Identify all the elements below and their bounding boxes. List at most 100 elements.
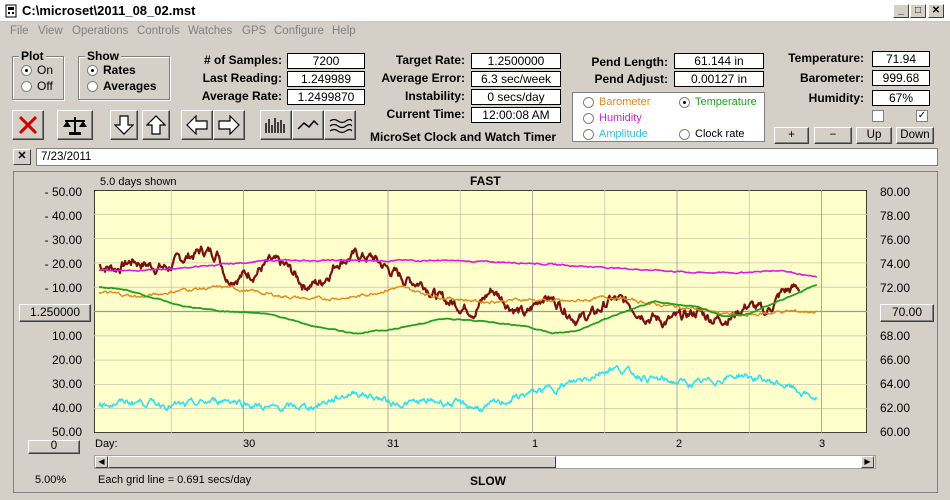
x-axis-label: Day:: [95, 438, 118, 450]
y-right-tick: 80.00: [880, 185, 911, 199]
show-group-title: Show: [85, 49, 121, 63]
left-arrow-button[interactable]: [181, 110, 213, 140]
humidity-radio[interactable]: [583, 113, 594, 124]
barometer-label: Barometer:: [799, 71, 864, 85]
maximize-button[interactable]: □: [910, 4, 926, 18]
menu-operations[interactable]: Operations: [72, 25, 128, 37]
line-graph-button[interactable]: [292, 110, 324, 140]
plus-button[interactable]: +: [774, 127, 809, 144]
menu-watches[interactable]: Watches: [188, 25, 232, 37]
balance-button[interactable]: [57, 110, 93, 140]
center-temp-button[interactable]: 70.00: [880, 304, 934, 322]
y-right-tick: 62.00: [880, 401, 911, 415]
plot-on-label[interactable]: On: [37, 63, 53, 77]
y-left-tick: - 50.00: [44, 185, 82, 199]
days-shown-text: 5.0 days shown: [100, 176, 177, 188]
up-arrow-button[interactable]: [142, 110, 170, 140]
line-graph-icon: [297, 119, 319, 130]
humidity-value: 67%: [872, 90, 930, 106]
arrow-up-icon: [146, 115, 166, 135]
y-left-tick: 40.00: [51, 401, 82, 415]
arrow-down-icon: [114, 115, 134, 135]
plot-group: Plot On Off: [12, 49, 64, 100]
down-button[interactable]: Down: [896, 127, 934, 144]
pend-length-value[interactable]: 61.144 in: [674, 53, 764, 69]
last-reading-value: 1.249989: [287, 71, 365, 87]
clock-rate-radio[interactable]: [679, 129, 690, 140]
samples-value: 7200: [287, 53, 365, 69]
temperature-option[interactable]: Temperature: [695, 96, 757, 108]
unchecked-box[interactable]: [872, 110, 884, 122]
plot-off-label[interactable]: Off: [37, 79, 53, 93]
up-button[interactable]: Up: [856, 127, 892, 144]
samples-label: # of Samples:: [203, 53, 282, 67]
temperature-label: Temperature:: [788, 51, 864, 65]
scroll-right-arrow[interactable]: ▶: [861, 456, 874, 468]
amplitude-option[interactable]: Amplitude: [599, 128, 648, 140]
y-left-tick: 30.00: [51, 377, 82, 391]
barometer-radio[interactable]: [583, 97, 594, 108]
scroll-value-box[interactable]: 0: [28, 440, 80, 454]
menu-help[interactable]: Help: [332, 25, 356, 37]
plot-on-radio[interactable]: [21, 65, 32, 76]
minimize-button[interactable]: _: [893, 4, 909, 18]
scroll-thumb[interactable]: [108, 456, 556, 468]
y-right-tick: 68.00: [880, 329, 911, 343]
average-rate-value: 1.2499870: [287, 89, 365, 105]
menu-bar: File View Operations Controls Watches GP…: [0, 22, 950, 42]
bar-graph-button[interactable]: [260, 110, 292, 140]
date-field[interactable]: 7/23/2011: [36, 148, 938, 166]
horizontal-scrollbar[interactable]: ◀ ▶: [94, 455, 876, 469]
down-arrow-button[interactable]: [110, 110, 138, 140]
y-right-tick: 74.00: [880, 257, 911, 271]
close-button[interactable]: ✕: [928, 4, 944, 18]
menu-configure[interactable]: Configure: [274, 25, 324, 37]
menu-view[interactable]: View: [38, 25, 63, 37]
y-left-tick: - 30.00: [44, 233, 82, 247]
delete-button[interactable]: [12, 110, 44, 140]
show-averages-label[interactable]: Averages: [103, 79, 157, 93]
menu-gps[interactable]: GPS: [242, 25, 266, 37]
pend-adjust-value[interactable]: 0.00127 in: [674, 71, 764, 87]
instability-label: Instability:: [404, 89, 465, 103]
y-right-tick: 76.00: [880, 233, 911, 247]
show-averages-radio[interactable]: [87, 81, 98, 92]
minus-button[interactable]: −: [814, 127, 852, 144]
show-group: Show Rates Averages: [78, 49, 170, 100]
clock-rate-option[interactable]: Clock rate: [695, 128, 745, 140]
humidity-option[interactable]: Humidity: [599, 112, 642, 124]
clear-date-button[interactable]: ✕: [13, 149, 31, 165]
bar-graph-icon: [265, 118, 285, 133]
scroll-track: [556, 456, 861, 468]
show-rates-label[interactable]: Rates: [103, 63, 136, 77]
amplitude-radio[interactable]: [583, 129, 594, 140]
pend-adjust-label: Pend Adjust:: [594, 72, 668, 86]
last-reading-label: Last Reading:: [202, 71, 282, 85]
plot-off-radio[interactable]: [21, 81, 32, 92]
center-rate-button[interactable]: 1.250000: [19, 304, 91, 322]
scroll-left-arrow[interactable]: ◀: [95, 456, 108, 468]
average-rate-label: Average Rate:: [201, 89, 282, 103]
x-tick-label: 1: [532, 438, 539, 450]
menu-file[interactable]: File: [10, 25, 29, 37]
target-rate-value[interactable]: 1.2500000: [471, 53, 561, 69]
barometer-value: 999.68: [872, 70, 930, 86]
checked-box[interactable]: ✓: [916, 110, 928, 122]
arrow-left-icon: [186, 115, 208, 135]
right-arrow-button[interactable]: [213, 110, 245, 140]
show-rates-radio[interactable]: [87, 65, 98, 76]
x-tick-label: 2: [676, 438, 683, 450]
y-right-tick: 72.00: [880, 281, 911, 295]
instability-value: 0 secs/day: [471, 89, 561, 105]
x-tick-label: 3: [819, 438, 826, 450]
red-x-icon: [18, 115, 38, 135]
waves-button[interactable]: [324, 110, 356, 140]
temperature-radio[interactable]: [679, 97, 690, 108]
barometer-option[interactable]: Barometer: [599, 96, 650, 108]
target-rate-label: Target Rate:: [395, 53, 465, 67]
y-left-tick: - 10.00: [44, 281, 82, 295]
y-right-tick: 60.00: [880, 425, 911, 439]
y-left-tick: 20.00: [51, 353, 82, 367]
chart-plot-area: [94, 190, 867, 433]
menu-controls[interactable]: Controls: [137, 25, 180, 37]
